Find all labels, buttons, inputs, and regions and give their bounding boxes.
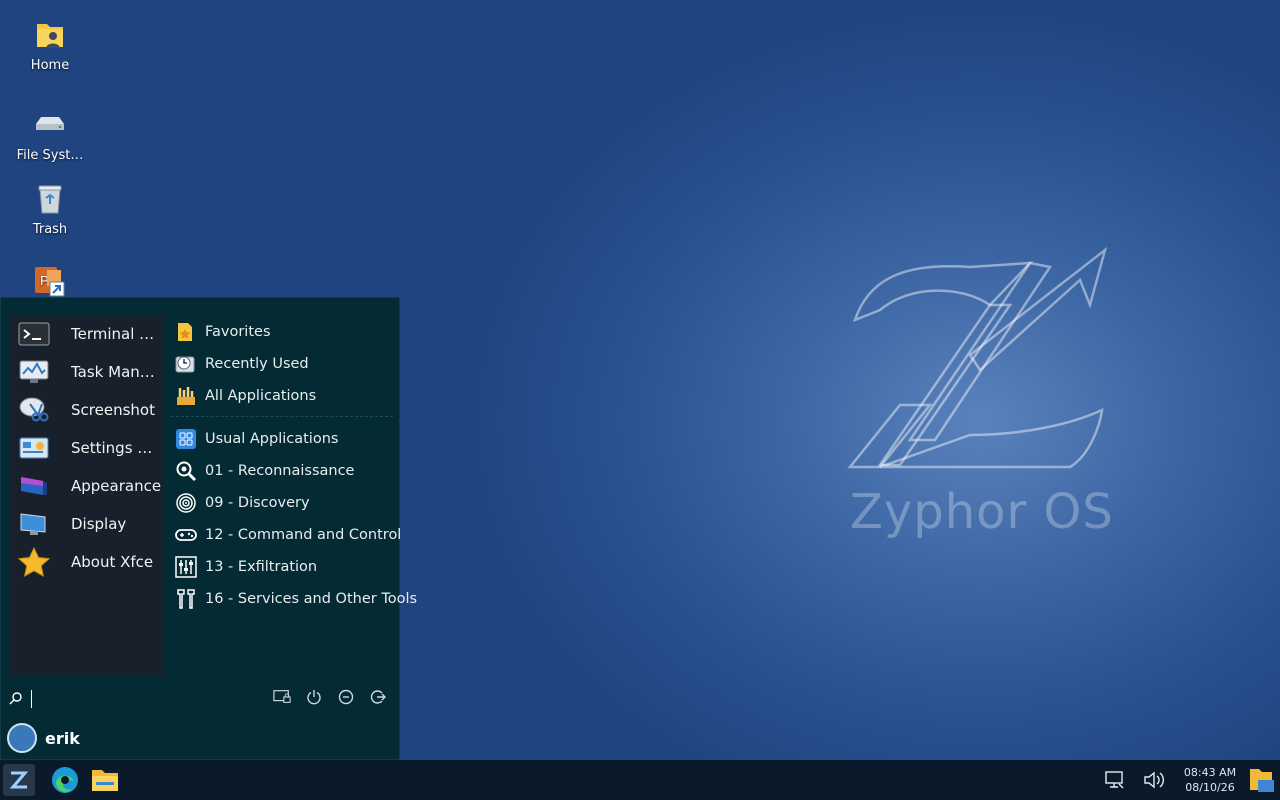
fav-settings-manager[interactable]: Settings … <box>9 429 164 467</box>
menu-separator <box>171 416 393 418</box>
taskbar: 08:43 AM 08/10/26 <box>0 760 1280 800</box>
fav-screenshot[interactable]: Screenshot <box>9 391 164 429</box>
all-applications-icon <box>175 385 197 407</box>
radar-icon <box>175 492 197 514</box>
drive-icon <box>33 108 67 142</box>
section-recently-used[interactable]: Recently Used <box>171 348 396 380</box>
file-manager-launcher[interactable] <box>89 764 121 796</box>
start-menu-button[interactable] <box>3 764 35 796</box>
settings-manager-icon <box>17 434 51 462</box>
usual-apps-icon <box>175 428 197 450</box>
clock[interactable]: 08:43 AM 08/10/26 <box>1180 765 1240 795</box>
screenshot-icon <box>17 396 51 424</box>
task-manager-icon <box>17 358 51 386</box>
fav-terminal[interactable]: Terminal … <box>9 315 164 353</box>
category-usual-applications[interactable]: Usual Applications <box>171 423 396 455</box>
tools-icon <box>175 588 197 610</box>
fav-task-manager[interactable]: Task Man… <box>9 353 164 391</box>
category-services-and-other-tools[interactable]: 16 - Services and Other Tools <box>171 583 417 615</box>
session-actions <box>273 688 387 706</box>
avatar <box>7 723 37 753</box>
about-xfce-icon <box>17 547 51 577</box>
brand-text: Zyphor OS <box>850 484 1114 540</box>
home-folder-icon <box>33 18 67 52</box>
username: erik <box>45 728 80 748</box>
favorites-icon <box>175 321 197 343</box>
network-icon[interactable] <box>1103 768 1127 792</box>
recently-used-icon <box>175 353 197 375</box>
appearance-icon <box>17 472 51 500</box>
category-discovery[interactable]: 09 - Discovery <box>171 487 396 519</box>
desktop-icon-home[interactable]: Home <box>8 18 92 73</box>
show-desktop-button[interactable] <box>1248 766 1276 794</box>
section-all-applications[interactable]: All Applications <box>171 380 396 412</box>
powerpoint-shortcut-icon: P <box>33 264 67 298</box>
log-out-button[interactable] <box>369 688 387 706</box>
desktop-icon-file-system[interactable]: File Syst… <box>8 108 92 163</box>
lock-screen-button[interactable] <box>273 688 291 706</box>
terminal-icon <box>17 320 51 348</box>
section-favorites[interactable]: Favorites <box>171 316 396 348</box>
clock-time: 08:43 AM <box>1183 766 1237 779</box>
zyphor-logo-icon <box>9 771 29 789</box>
magnifier-icon <box>175 460 197 482</box>
edge-browser-icon <box>52 767 78 793</box>
suspend-button[interactable] <box>337 688 355 706</box>
folder-icon <box>92 770 118 791</box>
fav-about-xfce[interactable]: About Xfce <box>9 543 164 581</box>
volume-icon[interactable] <box>1142 768 1166 792</box>
clock-date: 08/10/26 <box>1185 781 1235 794</box>
category-panel: Favorites Recently Used All Applications… <box>171 316 417 615</box>
text-cursor <box>31 690 32 708</box>
category-reconnaissance[interactable]: 01 - Reconnaissance <box>171 455 396 487</box>
power-button[interactable] <box>305 688 323 706</box>
desktop-icon-trash[interactable]: Trash <box>8 182 92 237</box>
application-menu: Terminal … Task Man… Screenshot Settings… <box>0 297 417 760</box>
favorites-panel: Terminal … Task Man… Screenshot Settings… <box>9 315 164 675</box>
fav-display[interactable]: Display <box>9 505 164 543</box>
user-account[interactable]: erik <box>7 723 80 753</box>
trash-icon <box>33 182 67 216</box>
exfiltration-icon <box>175 556 197 578</box>
category-exfiltration[interactable]: 13 - Exfiltration <box>171 551 396 583</box>
search-icon <box>9 690 23 709</box>
category-command-and-control[interactable]: 12 - Command and Control <box>171 519 401 551</box>
browser-launcher[interactable] <box>49 764 81 796</box>
display-icon <box>17 510 51 538</box>
gamepad-icon <box>175 524 197 546</box>
fav-appearance[interactable]: Appearance <box>9 467 164 505</box>
